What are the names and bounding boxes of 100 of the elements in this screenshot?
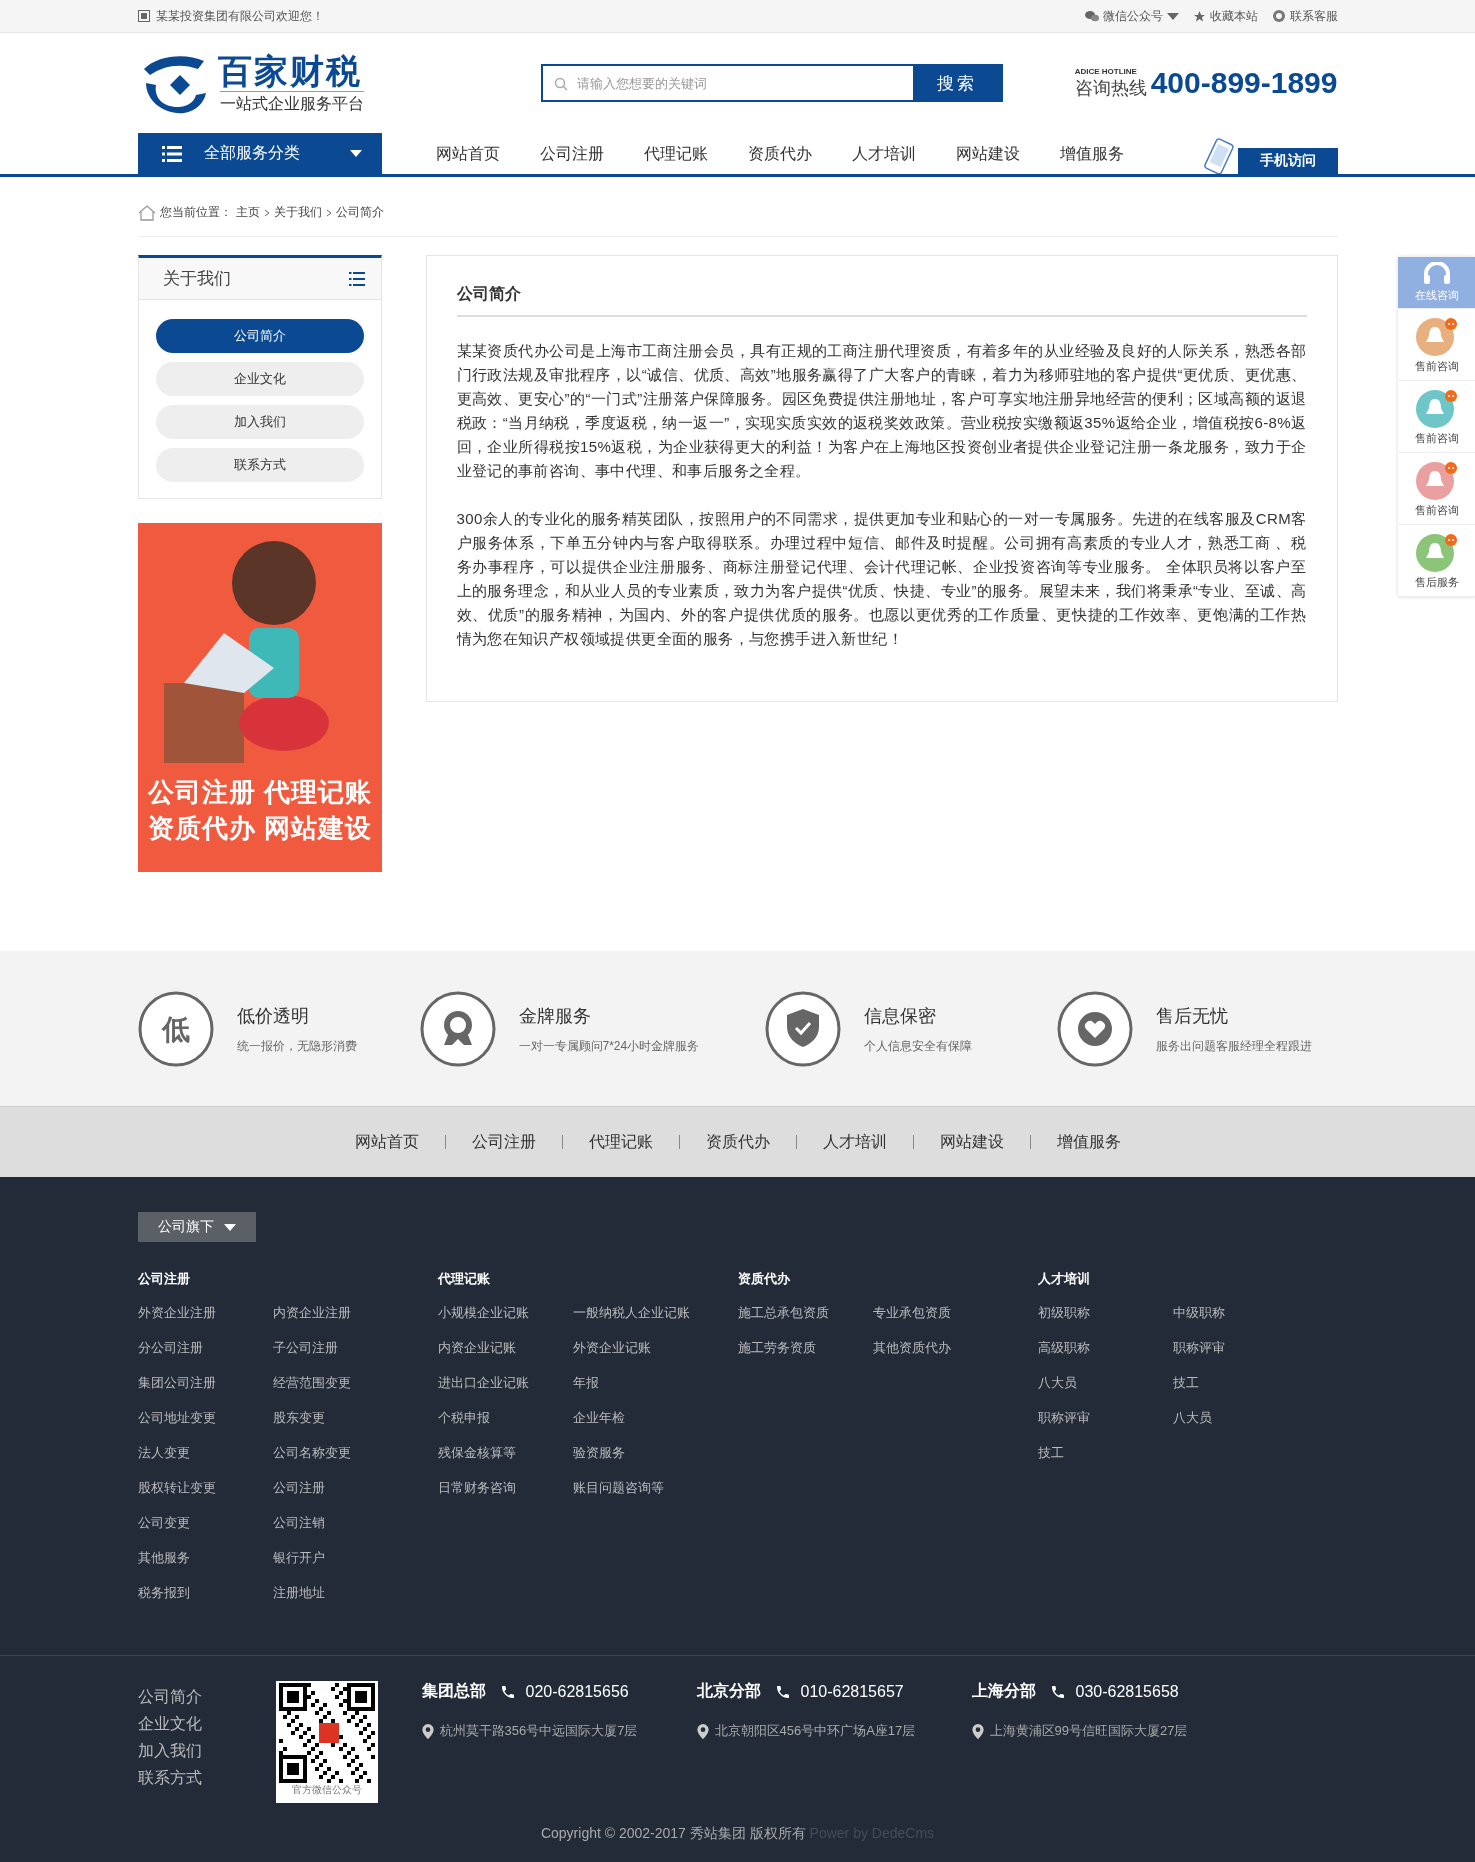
footer-link[interactable]: 八大员 xyxy=(1172,1409,1323,1427)
footer-link[interactable]: 股东变更 xyxy=(272,1409,423,1427)
nav-link[interactable]: 代理记账 xyxy=(643,133,708,174)
article-paragraph: 某某资质代办公司是上海市工商注册会员，具有正规的工商注册代理资质，有着多年的从业经验及良好的人际关系，熟悉各部门行政法规及审批程序，以“诚信、优质、高效”地服务赢得了广大客户的青睐，着力为移师驻地的客户提供“更优质、更优惠、更高效、更安心”的“一门式”注册落户保障服务。园区免费提供注册地址，客户可享实地注册异地经营的便利；区域高额的返退税政：“当月纳税，季度返税，纳一返一”，实现实质实效的返税奖效政策。营业税按实缴额返35%返给企业，增值税按6-8%返回，企业所得税按15%返税，为企业获得更大的利益！为客户在上海地区投资创业者提供企业登记注册一条龙服务，致力于企业登记的事前咨询、事中代理、和事后服务之全程。 xyxy=(456,341,1307,481)
footer-link[interactable]: 职称评审 xyxy=(1037,1409,1173,1427)
feature-description: 统一报价，无隐形消费 xyxy=(236,1037,357,1055)
footer-link[interactable]: 高级职称 xyxy=(1037,1339,1173,1357)
footer-link[interactable]: 外资企业注册 xyxy=(137,1304,273,1322)
company-dropdown[interactable]: 公司旗下 xyxy=(137,1212,256,1242)
footer-link[interactable]: 其他服务 xyxy=(137,1549,273,1567)
service-link[interactable]: 售前咨询 xyxy=(1398,453,1475,525)
footer-link[interactable]: 内资企业注册 xyxy=(272,1304,423,1322)
service-link[interactable]: 售前咨询 xyxy=(1398,381,1475,453)
footer-column-title: 资质代办 xyxy=(737,1270,791,1288)
footer-link[interactable]: 一般纳税人企业记账 xyxy=(572,1304,723,1322)
footer-nav-link[interactable]: 增值服务 xyxy=(1029,1135,1147,1149)
footer-link[interactable]: 进出口企业记账 xyxy=(437,1374,573,1392)
search-field[interactable]: 请输入您想要的关键词 搜索 xyxy=(540,64,1003,102)
sidebar-item[interactable]: 联系方式 xyxy=(155,448,364,482)
footer-link[interactable]: 施工总承包资质 xyxy=(737,1304,873,1322)
footer-link[interactable]: 公司地址变更 xyxy=(137,1409,273,1427)
footer-link[interactable]: 股权转让变更 xyxy=(137,1479,273,1497)
site-badge-icon xyxy=(137,10,150,22)
top-link[interactable]: 收藏本站 xyxy=(1192,7,1258,25)
nav-link[interactable]: 公司注册 xyxy=(539,133,604,174)
footer-link[interactable]: 施工劳务资质 xyxy=(737,1339,873,1357)
feature-title: 信息保密 xyxy=(863,1004,937,1028)
footer-link[interactable]: 验资服务 xyxy=(572,1444,723,1462)
footer-link[interactable]: 技工 xyxy=(1037,1444,1173,1462)
footer-nav-link[interactable]: 人才培训 xyxy=(795,1135,913,1149)
footer-link[interactable]: 其他资质代办 xyxy=(872,1339,1023,1357)
service-link[interactable]: 售后服务 xyxy=(1398,525,1475,597)
footer-link[interactable]: 分公司注册 xyxy=(137,1339,273,1357)
breadcrumb-link[interactable]: 主页 xyxy=(235,204,260,221)
footer-link[interactable]: 税务报到 xyxy=(137,1584,273,1602)
footer-link[interactable]: 账目问题咨询等 xyxy=(572,1479,723,1497)
footer-nav-link[interactable]: 公司注册 xyxy=(444,1135,562,1149)
footer-nav-link[interactable]: 网站首页 xyxy=(328,1135,445,1149)
nav-link[interactable]: 人才培训 xyxy=(851,133,916,174)
feature-description: 一对一专属顾问7*24小时金牌服务 xyxy=(518,1037,700,1055)
location-pin-icon xyxy=(696,1723,709,1739)
about-link[interactable]: 加入我们 xyxy=(137,1741,276,1762)
qr-caption: 官方微信公众号 xyxy=(291,1783,362,1797)
office-phone: 030-62815658 xyxy=(1075,1682,1179,1701)
feature-icon: 低 xyxy=(137,991,214,1067)
footer-link[interactable]: 职称评审 xyxy=(1172,1339,1323,1357)
footer-link[interactable]: 子公司注册 xyxy=(272,1339,423,1357)
footer-link[interactable]: 技工 xyxy=(1172,1374,1323,1392)
footer-link[interactable]: 法人变更 xyxy=(137,1444,273,1462)
footer-link[interactable]: 注册地址 xyxy=(272,1584,423,1602)
about-link[interactable]: 企业文化 xyxy=(137,1714,276,1735)
footer-link[interactable]: 小规模企业记账 xyxy=(437,1304,573,1322)
footer-link[interactable]: 企业年检 xyxy=(572,1409,723,1427)
footer-link[interactable]: 经营范围变更 xyxy=(272,1374,423,1392)
footer-link[interactable]: 中级职称 xyxy=(1172,1304,1323,1322)
nav-link[interactable]: 网站首页 xyxy=(435,133,500,174)
breadcrumb-label: 您当前位置： xyxy=(159,204,232,221)
sidebar-item[interactable]: 加入我们 xyxy=(155,405,364,439)
footer-nav-link[interactable]: 网站建设 xyxy=(912,1135,1030,1149)
about-link[interactable]: 联系方式 xyxy=(137,1768,276,1789)
mobile-access-button[interactable]: 手机访问 xyxy=(1237,148,1338,174)
nav-link[interactable]: 增值服务 xyxy=(1059,133,1124,174)
feature-icon xyxy=(1056,991,1133,1067)
office-address: 上海黄浦区99号信旺国际大厦27层 xyxy=(989,1722,1188,1740)
footer-link[interactable]: 集团公司注册 xyxy=(137,1374,273,1392)
sidebar-item[interactable]: 公司简介 xyxy=(155,319,364,353)
breadcrumb-link[interactable]: 关于我们 xyxy=(273,204,322,221)
footer-link[interactable]: 公司注销 xyxy=(272,1514,423,1532)
footer-link[interactable]: 银行开户 xyxy=(272,1549,423,1567)
list-icon xyxy=(348,271,365,286)
footer-link[interactable]: 八大员 xyxy=(1037,1374,1173,1392)
breadcrumb-link[interactable]: 公司简介 xyxy=(335,204,384,221)
footer-link[interactable]: 日常财务咨询 xyxy=(437,1479,573,1497)
nav-link[interactable]: 资质代办 xyxy=(747,133,812,174)
footer-link[interactable]: 年报 xyxy=(572,1374,723,1392)
footer-link[interactable]: 个税申报 xyxy=(437,1409,573,1427)
footer-nav-link[interactable]: 代理记账 xyxy=(561,1135,679,1149)
footer-link[interactable]: 专业承包资质 xyxy=(872,1304,1023,1322)
top-link[interactable]: 微信公众号 xyxy=(1084,7,1179,25)
feature-title: 低价透明 xyxy=(236,1004,310,1028)
caret-icon xyxy=(349,150,362,157)
about-link[interactable]: 公司简介 xyxy=(137,1687,276,1708)
feature-description: 个人信息安全有保障 xyxy=(863,1037,972,1055)
footer-link[interactable]: 公司名称变更 xyxy=(272,1444,423,1462)
service-link[interactable]: 售前咨询 xyxy=(1398,309,1475,381)
footer-link[interactable]: 公司注册 xyxy=(272,1479,423,1497)
footer-nav-link[interactable]: 资质代办 xyxy=(678,1135,796,1149)
footer-link[interactable]: 公司变更 xyxy=(137,1514,273,1532)
footer-link[interactable]: 内资企业记账 xyxy=(437,1339,573,1357)
feature-icon xyxy=(419,991,496,1067)
category-menu-button[interactable]: 全部服务分类 xyxy=(137,133,382,174)
top-link[interactable]: 联系客服 xyxy=(1271,7,1338,25)
footer-link[interactable]: 残保金核算等 xyxy=(437,1444,573,1462)
search-button[interactable]: 搜索 xyxy=(912,66,1001,100)
location-pin-icon xyxy=(971,1723,984,1739)
footer-link[interactable]: 外资企业记账 xyxy=(572,1339,723,1357)
sidebar-item[interactable]: 企业文化 xyxy=(155,362,364,396)
nav-link[interactable]: 网站建设 xyxy=(955,133,1020,174)
footer-link[interactable]: 初级职称 xyxy=(1037,1304,1173,1322)
feature-icon xyxy=(764,991,841,1067)
